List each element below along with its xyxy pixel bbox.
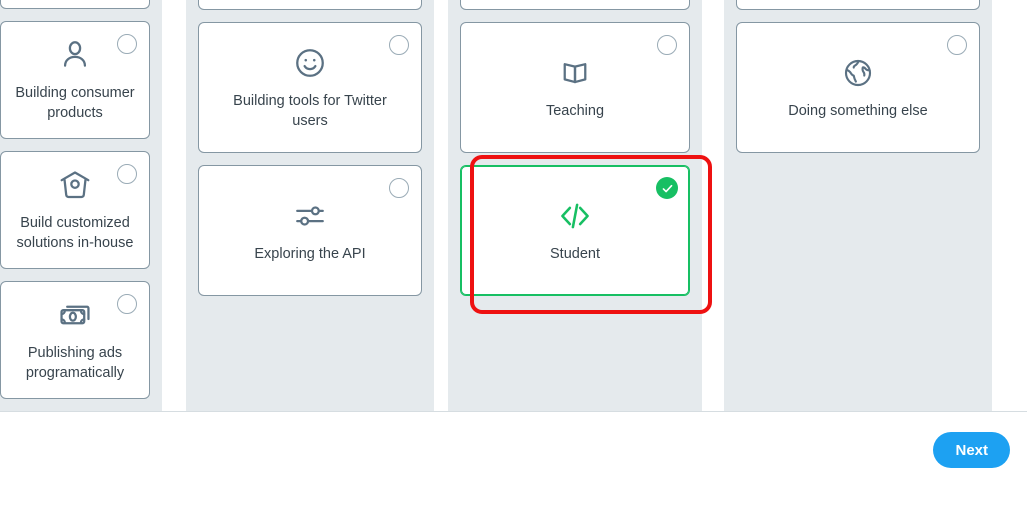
card-label: Student (550, 245, 600, 262)
code-icon (555, 196, 595, 236)
card-student[interactable]: Student (460, 165, 690, 296)
radio-icon[interactable] (389, 178, 409, 198)
card-label: Exploring the API (254, 245, 366, 262)
card-label: Build customized solutions in-house (16, 214, 134, 251)
person-icon (55, 35, 95, 75)
card-label: Publishing ads programatically (25, 344, 125, 381)
birdhouse-icon (55, 165, 95, 205)
footer-bar: Next (0, 411, 1027, 507)
card-exploring-the-api[interactable]: Exploring the API (198, 165, 422, 296)
radio-icon[interactable] (657, 35, 677, 55)
radio-icon[interactable] (389, 35, 409, 55)
radio-icon[interactable] (117, 33, 137, 54)
card-building-consumer-products[interactable]: Building consumer products (0, 20, 150, 139)
card-clipped-top[interactable] (736, 0, 980, 10)
card-board[interactable]: Building consumer products Build customi… (0, 0, 1027, 411)
card-label: Doing something else (788, 102, 928, 119)
book-icon (555, 53, 595, 93)
card-build-customized-solutions[interactable]: Build customized solutions in-house (0, 150, 150, 269)
card-publishing-ads-programatically[interactable]: Publishing ads programatically (0, 280, 150, 399)
next-button[interactable]: Next (933, 432, 1010, 468)
card-column-3: Teaching Student (448, 0, 702, 411)
card-label: Teaching (545, 102, 605, 119)
check-icon (656, 177, 678, 199)
card-clipped-top[interactable] (0, 0, 150, 9)
card-clipped-top[interactable] (198, 0, 422, 10)
card-building-tools-for-twitter-users[interactable]: Building tools for Twitter users (198, 22, 422, 153)
radio-icon[interactable] (117, 293, 137, 314)
money-icon (55, 295, 95, 335)
card-label: Building consumer products (15, 84, 135, 121)
radio-icon[interactable] (117, 163, 137, 184)
card-doing-something-else[interactable]: Doing something else (736, 22, 980, 153)
card-column-2: Building tools for Twitter users Explori… (186, 0, 434, 411)
card-column-4: Doing something else (724, 0, 992, 411)
sliders-icon (290, 196, 330, 236)
globe-icon (838, 53, 878, 93)
card-clipped-top[interactable] (460, 0, 690, 10)
onboarding-screen: Building consumer products Build customi… (0, 0, 1027, 507)
card-label: Building tools for Twitter users (233, 92, 387, 129)
smiley-icon (290, 43, 330, 83)
card-column-1: Building consumer products Build customi… (0, 0, 162, 411)
card-teaching[interactable]: Teaching (460, 22, 690, 153)
radio-icon[interactable] (947, 35, 967, 55)
